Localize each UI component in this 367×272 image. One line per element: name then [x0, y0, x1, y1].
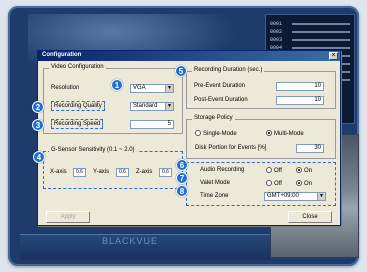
x-axis-label: X-axis — [50, 169, 67, 175]
audio-on-label: On — [304, 168, 313, 174]
log-row[interactable]: 0003 — [270, 37, 350, 43]
chevron-down-icon: ▼ — [165, 103, 173, 110]
audio-on-radio[interactable] — [296, 167, 302, 173]
multi-mode-radio[interactable] — [266, 130, 272, 136]
multi-mode-label: Multi-Mode — [274, 131, 304, 137]
valet-on-label: On — [304, 181, 313, 187]
audio-off-radio[interactable] — [266, 167, 272, 173]
dialog-title: Configuration — [42, 52, 82, 58]
valet-on-radio[interactable] — [296, 180, 302, 186]
audio-on-option[interactable]: On — [296, 167, 312, 174]
speed-input[interactable]: 5 — [130, 120, 174, 129]
callout-badge-2: 2 — [32, 101, 44, 113]
callout-badge-7: 7 — [176, 172, 188, 184]
background-watermark: BLACKVUE — [102, 236, 159, 246]
resolution-select[interactable]: VGA ▼ — [130, 84, 174, 93]
z-axis-input[interactable]: 0.6 — [159, 168, 172, 177]
callout-badge-4: 4 — [33, 151, 45, 163]
valet-off-radio[interactable] — [266, 180, 272, 186]
pre-event-input[interactable]: 10 — [276, 82, 324, 91]
chevron-down-icon: ▼ — [317, 193, 325, 200]
storage-group: Storage Policy — [186, 115, 336, 159]
timezone-label: Time Zone — [200, 193, 229, 199]
post-event-label: Post-Event Duration — [194, 97, 248, 103]
quality-select[interactable]: Standard ▼ — [130, 102, 174, 111]
close-icon[interactable]: × — [329, 52, 338, 60]
single-mode-option[interactable]: Single-Mode — [195, 130, 237, 137]
speed-label: Recording Speed — [51, 119, 104, 129]
video-config-label: Video Configuration — [49, 64, 106, 70]
resolution-label: Resolution — [51, 85, 80, 91]
multi-mode-option[interactable]: Multi-Mode — [266, 130, 304, 137]
gsensor-label: G-Sensor Sensitivity (0.1 ~ 2.0) — [49, 147, 137, 153]
valet-off-option[interactable]: Off — [266, 180, 282, 187]
dialog-titlebar: Configuration × — [38, 51, 340, 61]
apply-button[interactable]: Apply — [46, 211, 90, 223]
close-button[interactable]: Close — [288, 211, 332, 223]
quality-label: Recording Quality — [51, 101, 105, 111]
resolution-value: VGA — [133, 85, 146, 91]
configuration-dialog: Configuration × Video Configuration Reso… — [37, 50, 341, 226]
callout-badge-8: 8 — [176, 185, 188, 197]
duration-label: Recording Duration (sec.) — [192, 67, 265, 73]
log-row[interactable]: 0001 — [270, 21, 350, 27]
disk-portion-label: Disk Portion for Events [%] — [195, 145, 267, 151]
quality-value: Standard — [133, 103, 158, 109]
z-axis-label: Z-axis — [136, 169, 153, 175]
audio-off-label: Off — [274, 168, 282, 174]
pre-event-label: Pre-Event Duration — [194, 83, 246, 89]
timezone-select[interactable]: GMT+09:00 ▼ — [264, 192, 326, 201]
log-row[interactable]: 0002 — [270, 29, 350, 35]
valet-on-option[interactable]: On — [296, 180, 312, 187]
valet-label: Valet Mode — [200, 180, 230, 186]
audio-label: Audio Recording — [200, 167, 245, 173]
callout-badge-3: 3 — [32, 119, 44, 131]
storage-label: Storage Policy — [192, 115, 235, 121]
disk-portion-input[interactable]: 30 — [296, 144, 324, 153]
timezone-value: GMT+09:00 — [267, 193, 299, 199]
valet-off-label: Off — [274, 181, 282, 187]
y-axis-input[interactable]: 0.6 — [116, 168, 129, 177]
callout-badge-6: 6 — [176, 159, 188, 171]
audio-off-option[interactable]: Off — [266, 167, 282, 174]
y-axis-label: Y-axis — [93, 169, 110, 175]
callout-badge-5: 5 — [175, 65, 187, 77]
single-mode-label: Single-Mode — [203, 131, 237, 137]
chevron-down-icon: ▼ — [165, 85, 173, 92]
post-event-input[interactable]: 10 — [276, 96, 324, 105]
single-mode-radio[interactable] — [195, 130, 201, 136]
x-axis-input[interactable]: 0.6 — [73, 168, 86, 177]
callout-badge-1: 1 — [111, 79, 123, 91]
